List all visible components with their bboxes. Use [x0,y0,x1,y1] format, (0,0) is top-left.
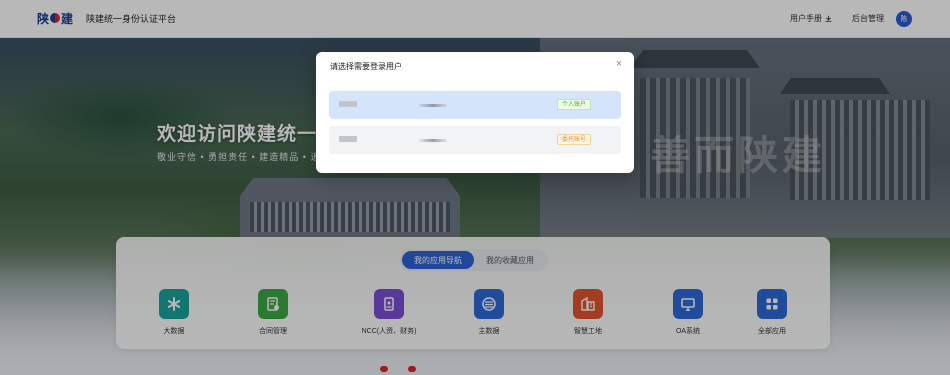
account-name-redacted [339,101,357,107]
account-option-personal[interactable]: 个人账户 [329,91,621,119]
account-detail-redacted [419,139,447,142]
dialog-title: 请选择需要登录用户 [330,62,402,71]
close-icon[interactable]: × [613,58,625,70]
account-name-redacted [339,136,357,142]
account-detail-redacted [419,104,447,107]
select-user-dialog: 请选择需要登录用户 × 个人账户 委托账号 [316,52,634,173]
account-option-delegated[interactable]: 委托账号 [329,126,621,154]
account-type-badge: 委托账号 [557,134,592,145]
account-type-badge: 个人账户 [557,99,592,110]
